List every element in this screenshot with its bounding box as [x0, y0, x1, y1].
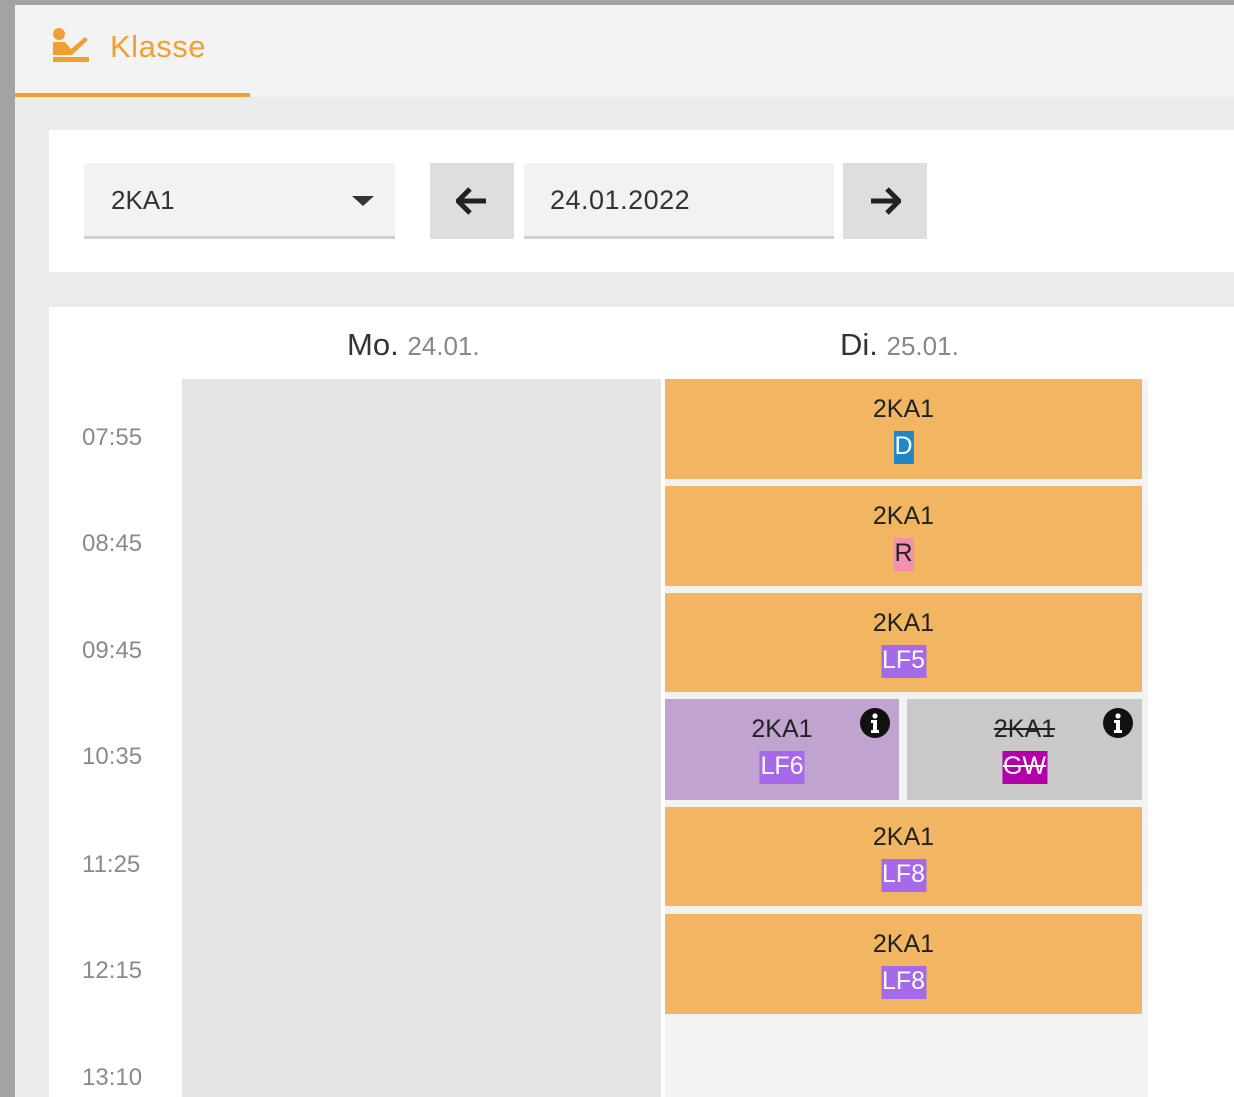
- day-date: 25.01.: [886, 331, 959, 361]
- day-column-monday: [182, 379, 661, 1097]
- lesson-class: 2KA1: [872, 930, 935, 958]
- lesson-card[interactable]: 2KA1 LF8: [665, 807, 1142, 906]
- teacher-icon: [53, 28, 89, 62]
- arrow-right-icon: [871, 187, 901, 215]
- lesson-class: 2KA1: [872, 395, 935, 423]
- time-label: 10:35: [82, 743, 143, 770]
- previous-week-button[interactable]: [430, 163, 514, 239]
- time-label: 09:45: [82, 637, 143, 664]
- info-icon[interactable]: [859, 707, 891, 739]
- time-label: 08:45: [82, 530, 143, 557]
- arrow-left-icon: [456, 187, 486, 215]
- lesson-subject: LF8: [880, 966, 927, 999]
- class-select-value: 2KA1: [111, 185, 175, 215]
- lesson-subject: D: [893, 431, 914, 464]
- tab-label: Klasse: [110, 29, 207, 64]
- day-header-tuesday: Di. 25.01.: [840, 327, 959, 363]
- lesson-card[interactable]: 2KA1 LF8: [665, 914, 1142, 1014]
- tab-klasse[interactable]: Klasse: [15, 5, 250, 97]
- caret-down-icon: [352, 196, 374, 206]
- time-label: 12:15: [82, 957, 143, 984]
- lesson-card[interactable]: 2KA1 D: [665, 379, 1142, 479]
- timetable: Mo. 24.01. Di. 25.01. 07:55 08:45 09:45 …: [49, 307, 1234, 1097]
- lesson-card-cancelled[interactable]: 2KA1 GW: [907, 699, 1142, 800]
- class-select[interactable]: 2KA1: [84, 163, 395, 239]
- day-header-monday: Mo. 24.01.: [347, 327, 480, 363]
- lesson-class: 2KA1: [872, 823, 935, 851]
- lesson-subject: R: [893, 538, 914, 571]
- time-label: 11:25: [82, 851, 141, 878]
- lesson-subject: LF8: [880, 859, 927, 892]
- day-name: Di.: [840, 327, 878, 362]
- lesson-subject: LF5: [880, 645, 927, 678]
- app-frame: Klasse 2KA1 24.01.2022 Mo. 24.01. Di. 25…: [15, 5, 1234, 1097]
- date-value: 24.01.2022: [550, 185, 691, 215]
- time-label: 07:55: [82, 424, 143, 451]
- lesson-card[interactable]: 2KA1 LF6: [665, 699, 899, 800]
- toolbar: 2KA1 24.01.2022: [49, 130, 1234, 272]
- time-label: 13:10: [82, 1064, 143, 1091]
- lesson-class: 2KA1: [872, 609, 935, 637]
- day-date: 24.01.: [407, 331, 480, 361]
- lesson-subject: LF6: [759, 751, 805, 784]
- info-icon[interactable]: [1102, 707, 1134, 739]
- tab-bar: Klasse: [15, 5, 1234, 97]
- lesson-card[interactable]: 2KA1 R: [665, 486, 1142, 586]
- day-name: Mo.: [347, 327, 399, 362]
- date-field[interactable]: 24.01.2022: [524, 163, 834, 239]
- lesson-class: 2KA1: [872, 502, 935, 530]
- next-week-button[interactable]: [843, 163, 927, 239]
- lesson-subject: GW: [1001, 751, 1048, 784]
- lesson-card[interactable]: 2KA1 LF5: [665, 593, 1142, 692]
